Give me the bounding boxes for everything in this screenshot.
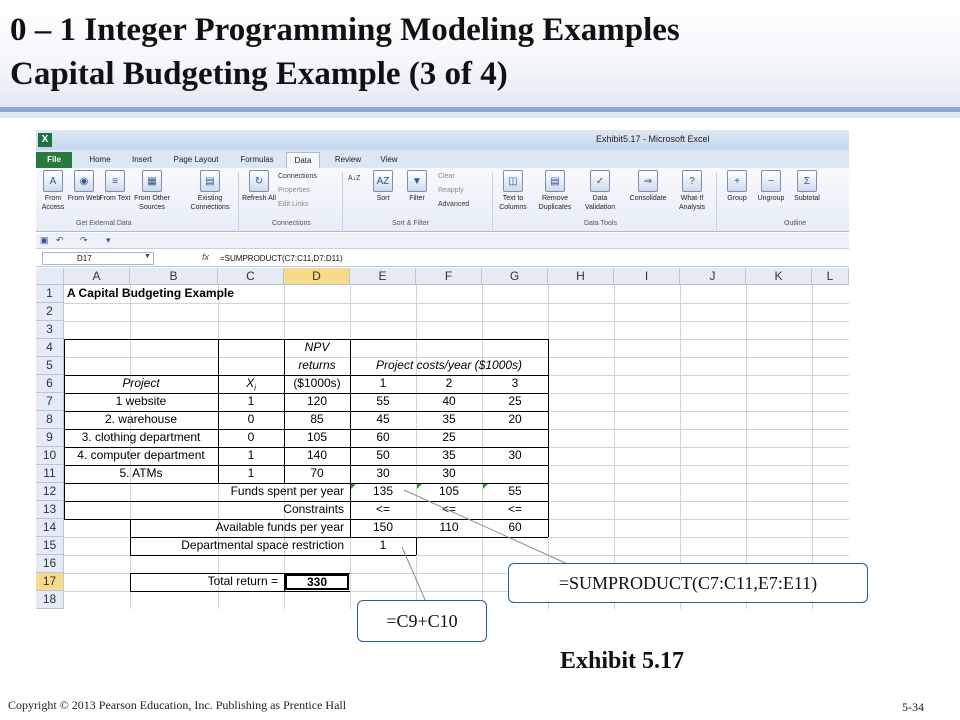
slide-number: 5-34 (902, 700, 924, 714)
sumproduct-callout: =SUMPRODUCT(C7:C11,E7:E11) (508, 563, 868, 603)
c9c10-callout: =C9+C10 (357, 600, 487, 642)
copyright-text: Copyright © 2013 Pearson Education, Inc.… (8, 698, 347, 712)
c9c10-leader-line (401, 546, 427, 603)
exhibit-label: Exhibit 5.17 (560, 648, 685, 674)
sumproduct-leader-line (403, 489, 573, 567)
